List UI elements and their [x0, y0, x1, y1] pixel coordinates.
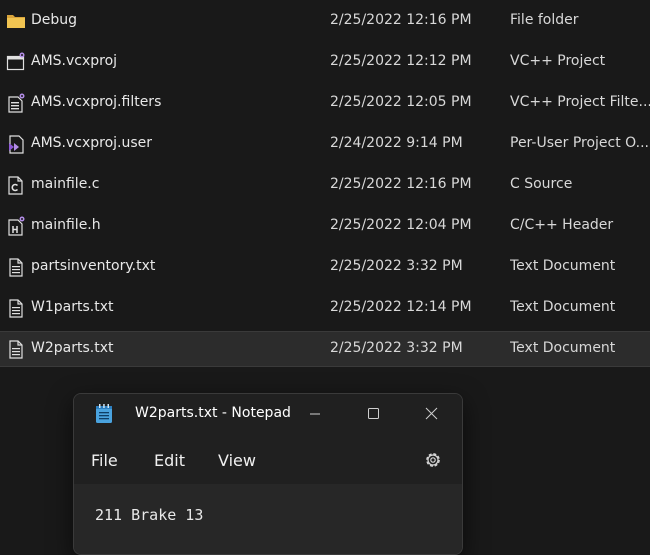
close-button[interactable]	[408, 398, 454, 430]
c-source-icon	[6, 175, 26, 195]
file-row-ams-vcxproj-filters[interactable]: AMS.vcxproj.filters 2/25/2022 12:05 PM V…	[0, 86, 650, 121]
file-name: AMS.vcxproj	[31, 53, 118, 69]
user-file-icon	[6, 134, 26, 154]
file-name: mainfile.h	[31, 217, 101, 233]
file-type: VC++ Project Filte...	[510, 94, 650, 110]
menu-view[interactable]: View	[218, 451, 256, 470]
notepad-menubar: File Edit View	[74, 438, 462, 478]
file-type: Per-User Project O...	[510, 135, 649, 151]
file-name: mainfile.c	[31, 176, 100, 192]
file-row-mainfile-h[interactable]: mainfile.h 2/25/2022 12:04 PM C/C++ Head…	[0, 209, 650, 244]
c-header-icon	[6, 216, 26, 236]
text-file-icon	[6, 298, 26, 318]
notepad-titlebar[interactable]: W2parts.txt - Notepad	[74, 394, 462, 434]
text-file-icon	[6, 339, 26, 359]
file-row-debug[interactable]: Debug 2/25/2022 12:16 PM File folder	[0, 4, 650, 39]
file-row-partsinventory-txt[interactable]: partsinventory.txt 2/25/2022 3:32 PM Tex…	[0, 250, 650, 285]
file-date: 2/25/2022 12:04 PM	[330, 217, 472, 233]
file-name: AMS.vcxproj.filters	[31, 94, 162, 110]
file-type: Text Document	[510, 258, 616, 274]
menu-file[interactable]: File	[91, 451, 118, 470]
file-row-ams-vcxproj[interactable]: AMS.vcxproj 2/25/2022 12:12 PM VC++ Proj…	[0, 45, 650, 80]
maximize-button[interactable]	[350, 398, 396, 430]
file-name: W2parts.txt	[31, 340, 114, 356]
settings-gear-icon[interactable]	[423, 450, 443, 470]
folder-icon	[6, 11, 26, 31]
filters-icon	[6, 93, 26, 113]
file-date: 2/25/2022 3:32 PM	[330, 258, 463, 274]
file-type: VC++ Project	[510, 53, 606, 69]
text-file-icon	[6, 257, 26, 277]
file-type: C/C++ Header	[510, 217, 614, 233]
file-type: Text Document	[510, 340, 616, 356]
minimize-button[interactable]	[292, 398, 338, 430]
file-row-w1parts-txt[interactable]: W1parts.txt 2/25/2022 12:14 PM Text Docu…	[0, 291, 650, 326]
file-name: partsinventory.txt	[31, 258, 156, 274]
notepad-text-content: 211 Brake 13	[95, 506, 204, 524]
file-date: 2/25/2022 3:32 PM	[330, 340, 463, 356]
menu-edit[interactable]: Edit	[154, 451, 185, 470]
file-row-ams-vcxproj-user[interactable]: AMS.vcxproj.user 2/24/2022 9:14 PM Per-U…	[0, 127, 650, 162]
vcxproj-icon	[6, 52, 26, 72]
file-name: W1parts.txt	[31, 299, 114, 315]
notepad-title: W2parts.txt - Notepad	[135, 405, 291, 421]
file-row-w2parts-txt[interactable]: W2parts.txt 2/25/2022 3:32 PM Text Docum…	[0, 331, 650, 367]
file-name: AMS.vcxproj.user	[31, 135, 153, 151]
notepad-window[interactable]: W2parts.txt - Notepad File Edit View 211…	[73, 393, 463, 555]
file-type: Text Document	[510, 299, 616, 315]
file-date: 2/25/2022 12:12 PM	[330, 53, 472, 69]
file-type: File folder	[510, 12, 579, 28]
file-date: 2/25/2022 12:14 PM	[330, 299, 472, 315]
file-name: Debug	[31, 12, 78, 28]
file-type: C Source	[510, 176, 573, 192]
notepad-app-icon	[95, 404, 113, 424]
file-date: 2/24/2022 9:14 PM	[330, 135, 463, 151]
notepad-editor[interactable]: 211 Brake 13	[74, 484, 462, 554]
file-date: 2/25/2022 12:16 PM	[330, 12, 472, 28]
file-date: 2/25/2022 12:16 PM	[330, 176, 472, 192]
file-date: 2/25/2022 12:05 PM	[330, 94, 472, 110]
file-row-mainfile-c[interactable]: mainfile.c 2/25/2022 12:16 PM C Source	[0, 168, 650, 203]
